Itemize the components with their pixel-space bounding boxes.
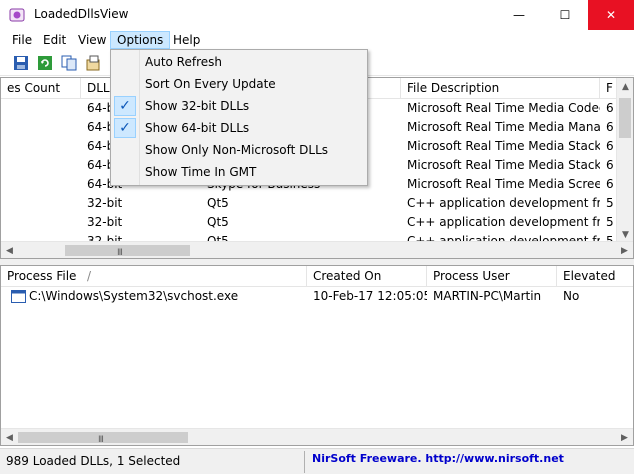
menu-item-label: Show Time In GMT [145, 165, 257, 179]
table-row[interactable]: 32-bit Qt5 C++ application development fra… [1, 194, 633, 213]
handles-count-cell [1, 213, 81, 232]
menu-item-show-time-in-gmt[interactable]: Show Time In GMT [111, 161, 367, 183]
menu-item-label: Sort On Every Update [145, 77, 276, 91]
column-created-on[interactable]: Created On [307, 266, 427, 287]
maximize-button[interactable]: ☐ [542, 0, 588, 30]
handles-count-cell [1, 118, 81, 137]
menu-bar: File Edit View Options Help [0, 30, 634, 50]
column-process-user[interactable]: Process User [427, 266, 557, 287]
scroll-right-icon[interactable]: ▶ [616, 429, 633, 445]
process-list[interactable]: Process File / Created On Process User E… [0, 265, 634, 446]
process-user-cell: MARTIN-PC\Martin [433, 289, 542, 303]
scroll-thumb[interactable]: III [65, 245, 190, 258]
column-file-description[interactable]: File Description [401, 78, 600, 99]
menu-help[interactable]: Help [167, 31, 206, 49]
close-icon: ✕ [605, 8, 617, 22]
scroll-thumb[interactable]: III [18, 432, 188, 445]
checkmark-icon: ✓ [114, 96, 136, 116]
title-bar: LoadedDllsView — ☐ ✕ [0, 0, 634, 30]
checkmark-icon: ✓ [114, 118, 136, 138]
status-bar: 989 Loaded DLLs, 1 Selected NirSoft Free… [0, 448, 634, 474]
dll-list-horizontal-scrollbar[interactable]: ◀ III ▶ [1, 241, 633, 258]
scroll-right-icon[interactable]: ▶ [616, 242, 633, 258]
menu-file[interactable]: File [6, 31, 38, 49]
menu-item-sort-on-every-update[interactable]: Sort On Every Update [111, 73, 367, 95]
window-title: LoadedDllsView [34, 7, 129, 21]
column-handles-count[interactable]: es Count [1, 78, 81, 99]
menu-item-show-non-microsoft-dlls[interactable]: Show Only Non-Microsoft DLLs [111, 139, 367, 161]
scroll-thumb[interactable] [619, 98, 631, 138]
menu-item-label: Show 64-bit DLLs [145, 121, 250, 135]
file-description-cell: Microsoft Real Time Media Stack ... [407, 139, 600, 153]
created-on-cell: 10-Feb-17 12:05:05 [313, 289, 427, 303]
product-name-cell: Qt5 [207, 215, 229, 229]
dll-list-vertical-scrollbar[interactable]: ▲ ▼ [616, 78, 633, 243]
menu-item-show-64bit-dlls[interactable]: ✓ Show 64-bit DLLs [111, 117, 367, 139]
menu-item-label: Show 32-bit DLLs [145, 99, 250, 113]
column-process-file[interactable]: Process File / [1, 266, 307, 287]
maximize-icon: ☐ [559, 8, 571, 22]
file-description-cell: Microsoft Real Time Media Codec... [407, 101, 600, 115]
minimize-icon: — [513, 8, 525, 22]
menu-options[interactable]: Options [110, 31, 171, 49]
menu-view[interactable]: View [72, 31, 112, 49]
status-count: 989 Loaded DLLs, 1 Selected [6, 454, 181, 468]
file-description-cell: C++ application development fra... [407, 196, 600, 210]
dll-cell: 32-bit [87, 196, 123, 210]
elevated-cell: No [563, 289, 580, 303]
menu-item-auto-refresh[interactable]: Auto Refresh [111, 51, 367, 73]
grip-icon: III [117, 248, 123, 258]
scroll-left-icon[interactable]: ◀ [1, 429, 18, 445]
sort-indicator-icon: / [87, 269, 92, 283]
table-row[interactable]: 32-bit Qt5 C++ application development fra… [1, 213, 633, 232]
options-dropdown-menu: Auto Refresh Sort On Every Update ✓ Show… [110, 49, 368, 186]
column-process-file-label: Process File [7, 269, 77, 283]
dll-cell: 32-bit [87, 215, 123, 229]
menu-item-label: Auto Refresh [145, 55, 222, 69]
handles-count-cell [1, 137, 81, 156]
handles-count-cell [1, 175, 81, 194]
app-icon [9, 7, 25, 23]
close-button[interactable]: ✕ [588, 0, 634, 30]
process-file-cell: C:\Windows\System32\svchost.exe [1, 287, 307, 306]
exe-icon [11, 290, 26, 303]
scroll-up-icon[interactable]: ▲ [617, 78, 633, 95]
file-description-cell: Microsoft Real Time Media Mana... [407, 120, 600, 134]
menu-item-label: Show Only Non-Microsoft DLLs [145, 143, 329, 157]
grip-icon: III [98, 435, 104, 445]
minimize-button[interactable]: — [496, 0, 542, 30]
file-description-cell: Microsoft Real Time Media Scree... [407, 177, 600, 191]
column-elevated[interactable]: Elevated [557, 266, 633, 287]
handles-count-cell [1, 194, 81, 213]
menu-item-show-32bit-dlls[interactable]: ✓ Show 32-bit DLLs [111, 95, 367, 117]
copy-icon[interactable] [60, 54, 78, 72]
process-file-text: C:\Windows\System32\svchost.exe [29, 289, 239, 303]
scroll-left-icon[interactable]: ◀ [1, 242, 18, 258]
file-description-cell: Microsoft Real Time Media Stack [407, 158, 600, 172]
handles-count-cell [1, 99, 81, 118]
save-icon[interactable] [12, 54, 30, 72]
process-list-header: Process File / Created On Process User E… [1, 266, 633, 287]
file-description-cell: C++ application development fra... [407, 215, 600, 229]
refresh-icon[interactable] [36, 54, 54, 72]
process-list-horizontal-scrollbar[interactable]: ◀ III ▶ [1, 428, 633, 445]
status-separator [304, 451, 305, 473]
menu-edit[interactable]: Edit [37, 31, 72, 49]
nirsoft-link[interactable]: NirSoft Freeware. http://www.nirsoft.net [312, 452, 564, 465]
table-row[interactable]: C:\Windows\System32\svchost.exe 10-Feb-1… [1, 287, 633, 306]
properties-icon[interactable] [84, 54, 102, 72]
handles-count-cell [1, 156, 81, 175]
product-name-cell: Qt5 [207, 196, 229, 210]
